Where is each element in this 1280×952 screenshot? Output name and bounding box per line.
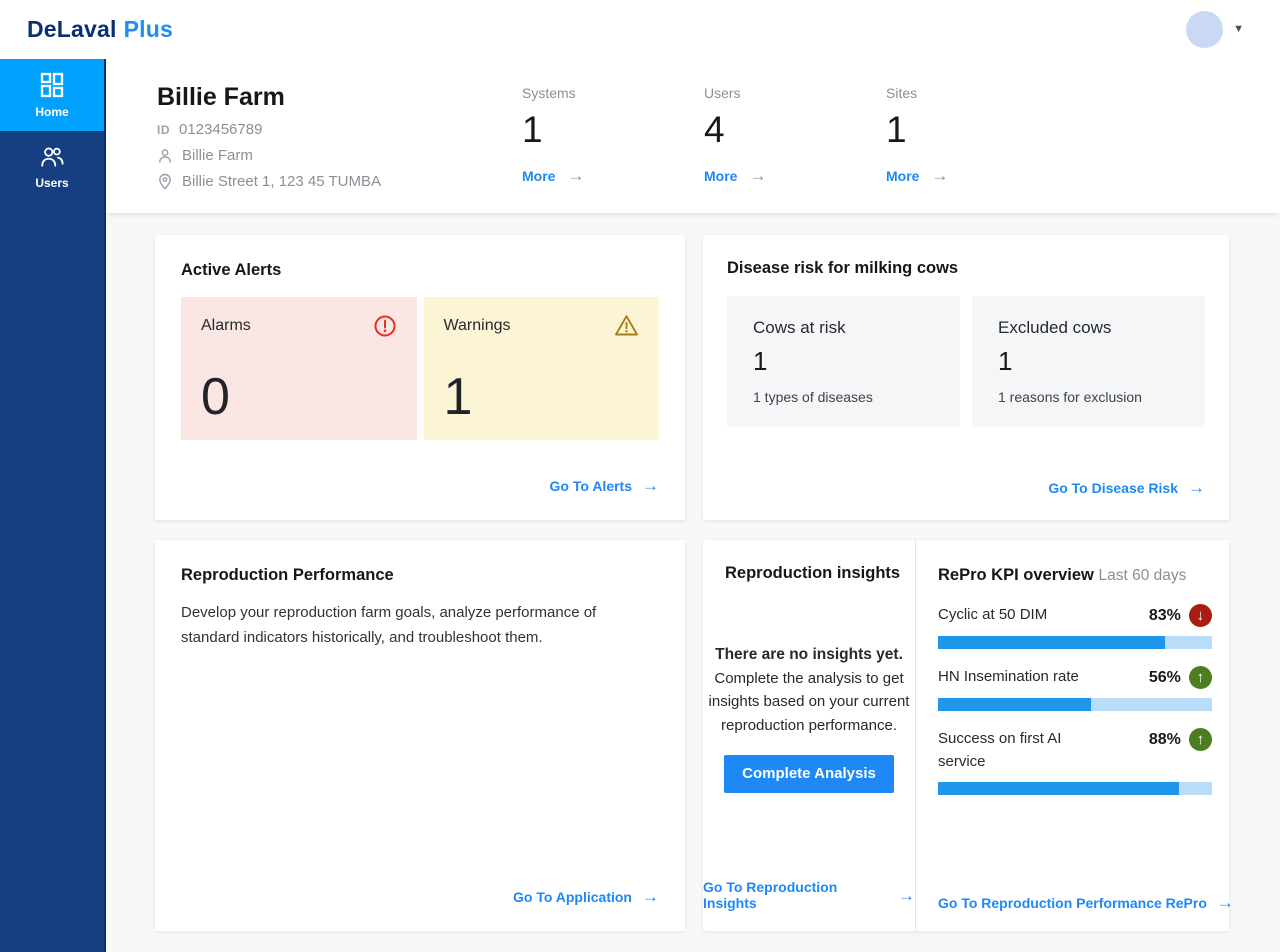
users-icon (39, 145, 65, 169)
arrow-right-icon: → (642, 888, 659, 905)
cows-at-risk-count: 1 (753, 346, 934, 377)
warning-icon (614, 314, 639, 337)
kpi-subtitle: Last 60 days (1099, 567, 1187, 584)
repro-kpi-column: RePro KPI overview Last 60 days Cyclic a… (915, 540, 1234, 931)
kpi-value: 83% (1149, 607, 1181, 625)
alarms-count: 0 (201, 371, 397, 423)
alarms-label: Alarms (201, 317, 251, 335)
brand-secondary: Plus (124, 16, 173, 43)
reproduction-performance-card: Reproduction Performance Develop your re… (155, 540, 685, 931)
person-icon (157, 148, 173, 164)
location-pin-icon (157, 173, 173, 190)
top-bar: DeLaval Plus ▼ (0, 0, 1280, 59)
kpi-title: RePro KPI overview (938, 566, 1094, 584)
alarm-icon (373, 314, 397, 338)
farm-id-row: ID 0123456789 (157, 121, 381, 138)
arrow-right-icon: → (1217, 894, 1234, 911)
arrow-right-icon: → (567, 167, 584, 184)
insights-column: Reproduction insights There are no insig… (703, 540, 915, 931)
cows-at-risk-tile: Cows at risk 1 1 types of diseases (727, 296, 960, 427)
trend-icon (1189, 666, 1212, 689)
card-description: Develop your reproduction farm goals, an… (181, 601, 649, 651)
arrow-right-icon: → (642, 477, 659, 494)
more-sites-link[interactable]: More → (886, 167, 1036, 184)
kpi-progress-bar (938, 698, 1212, 711)
arrow-right-icon: → (931, 167, 948, 184)
go-to-disease-risk-link[interactable]: Go To Disease Risk → (1048, 479, 1205, 496)
reproduction-insights-card: Reproduction insights There are no insig… (703, 540, 1229, 931)
caret-down-icon[interactable]: ▼ (1233, 24, 1244, 35)
trend-icon (1189, 728, 1212, 751)
disease-tiles: Cows at risk 1 1 types of diseases Exclu… (727, 296, 1205, 427)
stat-label: Users (704, 85, 854, 101)
stat-systems: Systems 1 More → (522, 85, 672, 184)
farm-id-value: 0123456789 (179, 121, 262, 138)
stat-value: 1 (886, 109, 1036, 151)
main-content: Active Alerts Alarms 0 Warnings (106, 213, 1280, 952)
id-label: ID (157, 123, 170, 137)
card-title: Active Alerts (181, 261, 659, 280)
insights-empty-title: There are no insights yet. (703, 643, 915, 667)
farm-address: Billie Street 1, 123 45 TUMBA (182, 173, 381, 190)
kpi-value: 56% (1149, 669, 1181, 687)
kpi-hn-insemination-rate: HN Insemination rate 56% (938, 666, 1212, 711)
sidebar: Home Users (0, 59, 106, 952)
trend-icon (1189, 604, 1212, 627)
insights-empty-state: There are no insights yet. Complete the … (703, 643, 915, 737)
go-to-application-link[interactable]: Go To Application → (513, 888, 659, 905)
go-to-reproduction-insights-link[interactable]: Go To Reproduction Insights → (703, 879, 915, 911)
card-title: Reproduction Performance (181, 566, 659, 585)
sidebar-item-users[interactable]: Users (0, 131, 104, 203)
alarms-tile: Alarms 0 (181, 297, 417, 440)
arrow-right-icon: → (1188, 479, 1205, 496)
farm-owner: Billie Farm (182, 147, 253, 164)
brand-primary: DeLaval (27, 16, 117, 43)
go-to-reproduction-performance-repro-link[interactable]: Go To Reproduction Performance RePro → (938, 894, 1234, 911)
kpi-title-row: RePro KPI overview Last 60 days (938, 564, 1212, 587)
stat-sites: Sites 1 More → (886, 85, 1036, 184)
insights-empty-body: Complete the analysis to get insights ba… (709, 670, 910, 734)
kpi-success-on-first-ai-service: Success on first AI service 88% (938, 728, 1212, 795)
sidebar-item-home[interactable]: Home (0, 59, 104, 131)
stat-value: 1 (522, 109, 672, 151)
stat-value: 4 (704, 109, 854, 151)
go-to-alerts-link[interactable]: Go To Alerts → (550, 477, 659, 494)
complete-analysis-button[interactable]: Complete Analysis (724, 755, 894, 793)
excluded-cows-tile: Excluded cows 1 1 reasons for exclusion (972, 296, 1205, 427)
kpi-progress-bar (938, 782, 1212, 795)
account-menu[interactable]: ▼ (1186, 11, 1244, 48)
farm-name: Billie Farm (157, 83, 381, 112)
arrow-right-icon: → (898, 887, 915, 904)
kpi-cyclic-at-50-dim: Cyclic at 50 DIM 83% (938, 604, 1212, 649)
warnings-label: Warnings (444, 317, 511, 335)
farm-info: Billie Farm ID 0123456789 Billie Farm Bi… (157, 83, 381, 190)
farm-owner-row: Billie Farm (157, 147, 381, 164)
kpi-progress-bar (938, 636, 1212, 649)
card-title: Disease risk for milking cows (727, 259, 1205, 278)
farm-header: Billie Farm ID 0123456789 Billie Farm Bi… (106, 59, 1280, 213)
dashboard-icon (39, 72, 65, 98)
more-users-link[interactable]: More → (704, 167, 854, 184)
arrow-right-icon: → (749, 167, 766, 184)
card-title: Reproduction insights (725, 564, 915, 583)
disease-risk-card: Disease risk for milking cows Cows at ri… (703, 235, 1229, 520)
farm-address-row: Billie Street 1, 123 45 TUMBA (157, 173, 381, 190)
stat-users: Users 4 More → (704, 85, 854, 184)
sidebar-item-label: Home (35, 105, 68, 119)
stat-label: Systems (522, 85, 672, 101)
more-systems-link[interactable]: More → (522, 167, 672, 184)
kpi-value: 88% (1149, 731, 1181, 749)
warnings-count: 1 (444, 371, 640, 423)
avatar[interactable] (1186, 11, 1223, 48)
warnings-tile: Warnings 1 (424, 297, 660, 440)
app-logo: DeLaval Plus (27, 16, 173, 43)
sidebar-item-label: Users (35, 176, 68, 190)
excluded-cows-count: 1 (998, 346, 1179, 377)
alert-tiles: Alarms 0 Warnings (181, 297, 659, 440)
stat-label: Sites (886, 85, 1036, 101)
active-alerts-card: Active Alerts Alarms 0 Warnings (155, 235, 685, 520)
